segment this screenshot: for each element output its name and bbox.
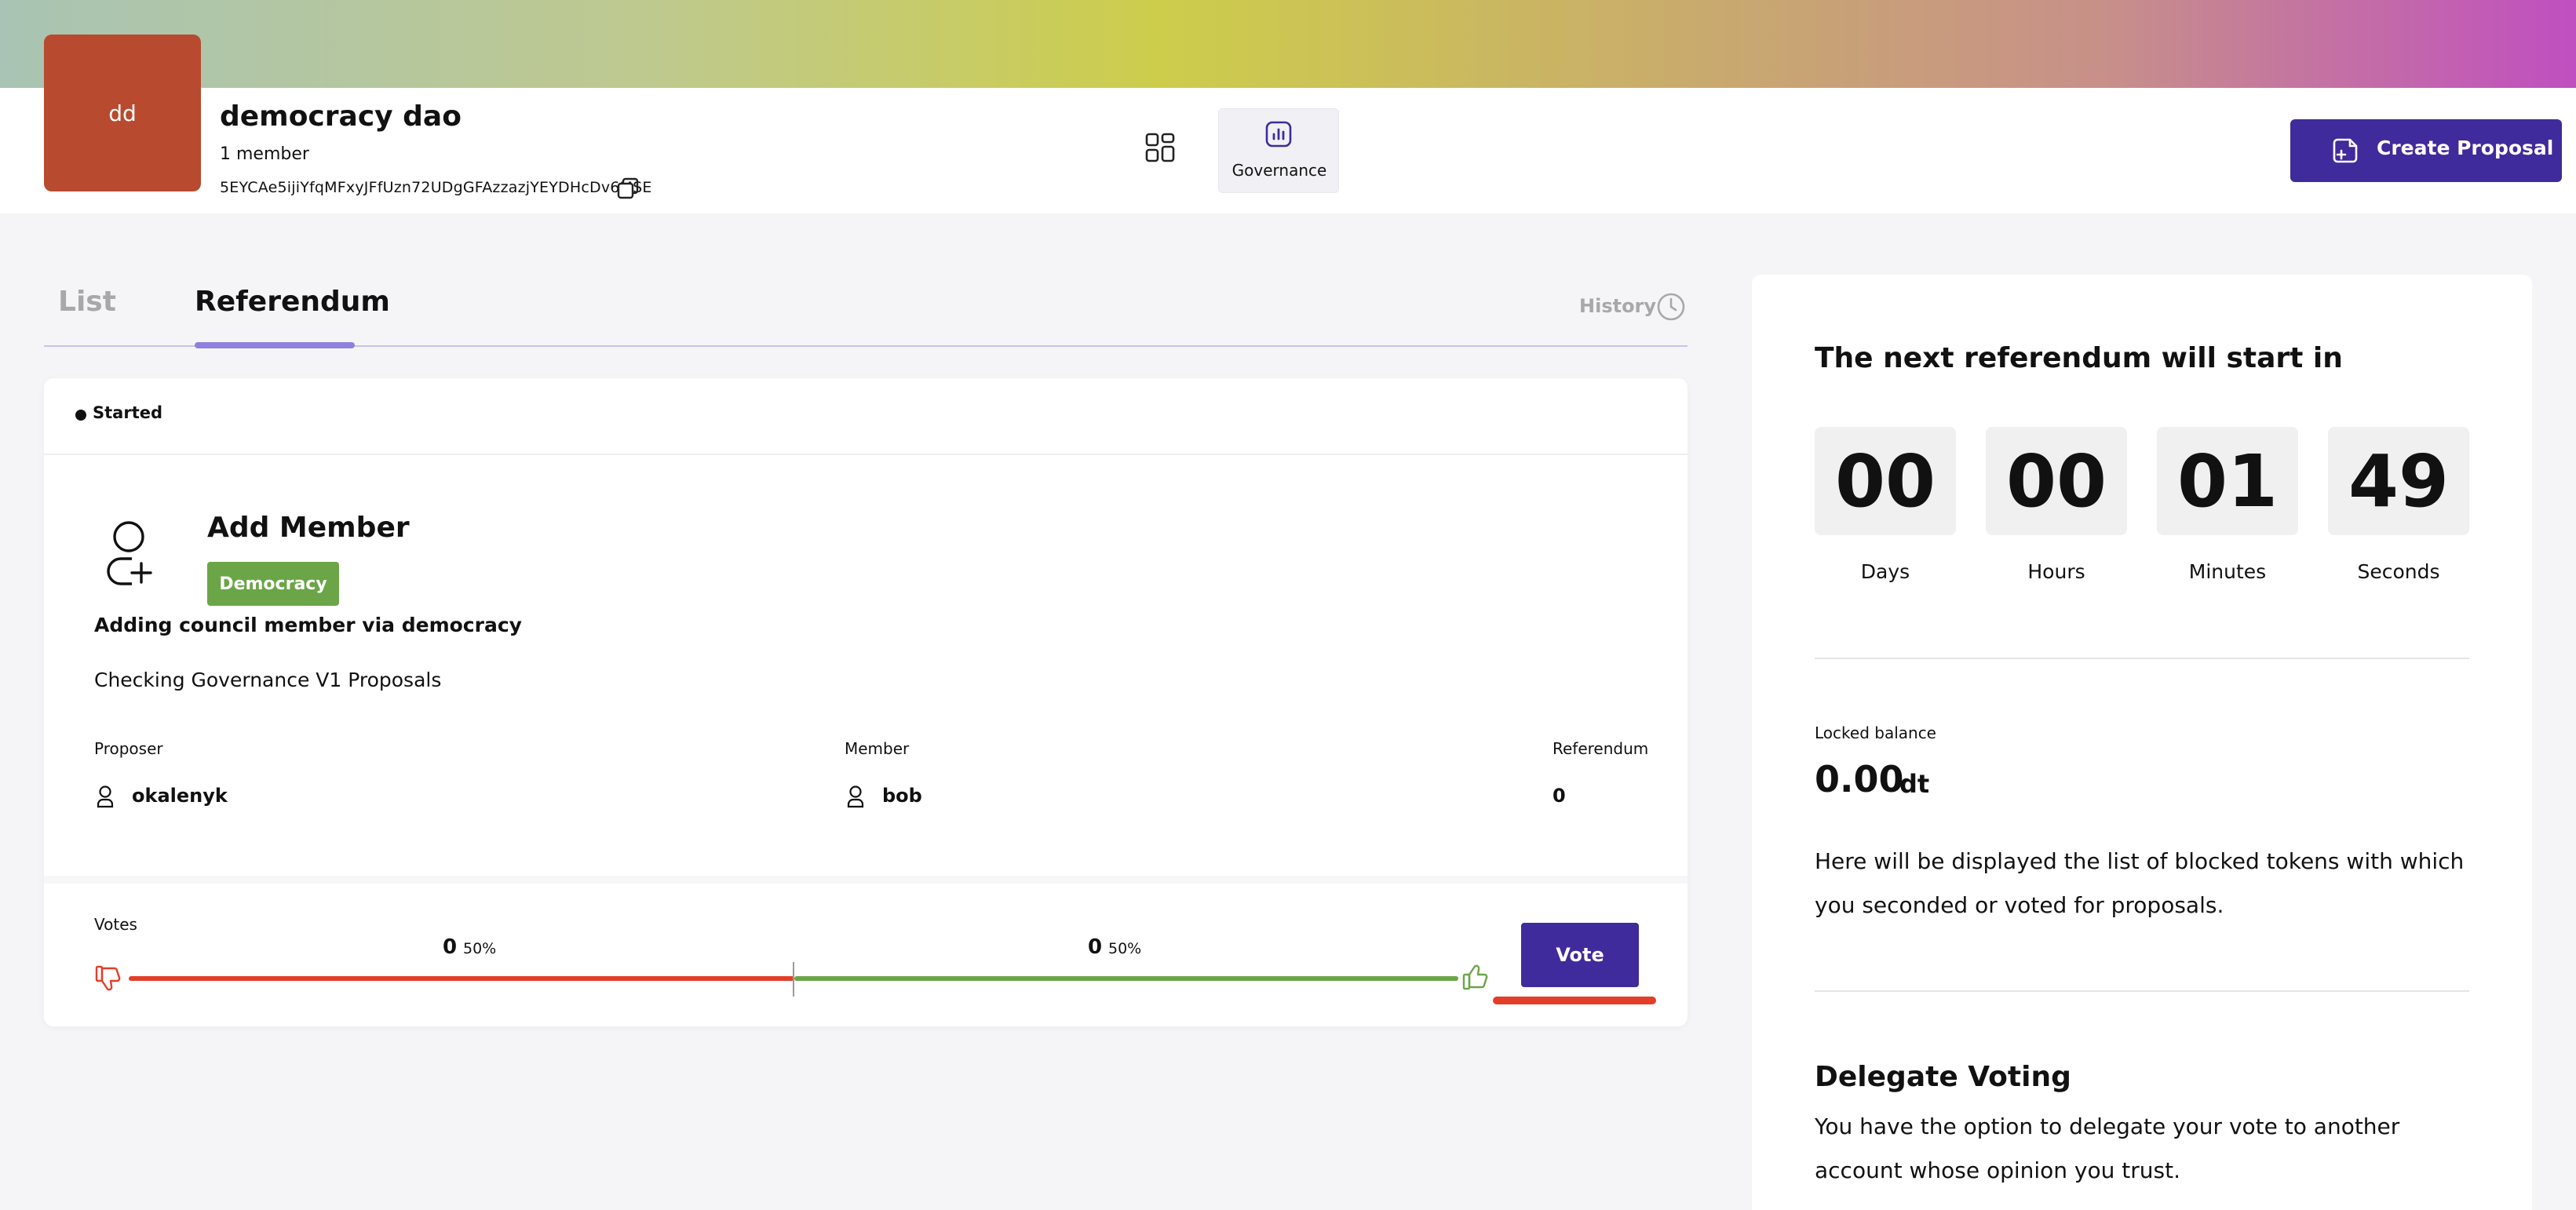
nav-governance-tab[interactable]: Governance bbox=[1218, 108, 1339, 193]
governance-chart-icon bbox=[1265, 121, 1292, 148]
dao-avatar-initials: dd bbox=[108, 100, 137, 126]
countdown-minutes-value: 01 bbox=[2157, 427, 2298, 535]
dashboard-grid-icon[interactable] bbox=[1144, 132, 1176, 163]
against-vote-percent: 50% bbox=[463, 940, 497, 957]
thumbs-down-icon bbox=[95, 965, 121, 991]
referendum-value: 0 bbox=[1553, 785, 1566, 807]
proposer-label: Proposer bbox=[94, 739, 163, 758]
countdown-title: The next referendum will start in bbox=[1815, 342, 2343, 374]
proposal-type-label: Democracy bbox=[219, 574, 327, 594]
locked-balance-info: Here will be displayed the list of block… bbox=[1815, 848, 2465, 918]
proposal-type-badge: Democracy bbox=[207, 562, 339, 606]
proposal-subtitle: Adding council member via democracy bbox=[94, 614, 522, 636]
card-divider bbox=[44, 454, 1688, 455]
against-vote-bar bbox=[129, 976, 794, 981]
sidebar-divider bbox=[1815, 990, 2469, 992]
add-user-icon bbox=[107, 521, 152, 585]
proposer-value[interactable]: okalenyk bbox=[132, 785, 228, 807]
header-banner bbox=[0, 0, 2576, 88]
locked-balance-value: 0.00 bbox=[1815, 758, 1904, 800]
against-vote-count: 0 bbox=[443, 935, 458, 959]
vote-bar-midline bbox=[793, 962, 794, 997]
dao-name: democracy dao bbox=[220, 100, 462, 133]
votes-divider bbox=[44, 876, 1688, 884]
history-clock-icon[interactable] bbox=[1656, 292, 1686, 322]
referendum-label: Referendum bbox=[1553, 739, 1649, 758]
dao-avatar: dd bbox=[44, 35, 201, 191]
proposal-description: Checking Governance V1 Proposals bbox=[94, 669, 442, 691]
sidebar-divider bbox=[1815, 658, 2469, 659]
tab-list[interactable]: List bbox=[58, 286, 116, 318]
status-label: Started bbox=[93, 403, 163, 422]
copy-icon[interactable] bbox=[615, 176, 640, 201]
for-vote-percent: 50% bbox=[1108, 940, 1142, 957]
create-proposal-icon bbox=[2333, 138, 2358, 163]
countdown-minutes-label: Minutes bbox=[2188, 560, 2267, 583]
member-label: Member bbox=[845, 739, 910, 758]
vote-button-label: Vote bbox=[1556, 944, 1604, 966]
person-icon bbox=[97, 785, 114, 808]
dao-address: 5EYCAe5ijiYfqMFxyJFfUzn72UDgGFAzzazjYEYD… bbox=[220, 179, 652, 196]
for-vote-count: 0 bbox=[1088, 935, 1103, 959]
locked-balance-label: Locked balance bbox=[1815, 723, 1936, 742]
countdown-hours-value: 00 bbox=[1986, 427, 2127, 535]
person-icon bbox=[847, 785, 864, 808]
nav-governance-label: Governance bbox=[1231, 161, 1327, 180]
countdown-days-label: Days bbox=[1860, 560, 1910, 583]
proposal-title: Add Member bbox=[207, 512, 410, 544]
history-link[interactable]: History bbox=[1579, 295, 1656, 317]
referendum-sidebar: The next referendum will start in 00 00 … bbox=[1752, 275, 2532, 1210]
member-value[interactable]: bob bbox=[882, 785, 922, 807]
countdown-seconds-label: Seconds bbox=[2357, 560, 2440, 583]
tab-referendum[interactable]: Referendum bbox=[195, 286, 390, 318]
delegate-voting-title: Delegate Voting bbox=[1815, 1061, 2071, 1093]
vote-button[interactable]: Vote bbox=[1521, 923, 1639, 987]
tab-active-indicator bbox=[195, 342, 355, 348]
create-proposal-label: Create Proposal bbox=[2377, 137, 2554, 159]
locked-balance-unit: dt bbox=[1899, 769, 1930, 799]
vote-button-highlight bbox=[1493, 997, 1656, 1004]
delegate-voting-text: You have the option to delegate your vot… bbox=[1815, 1113, 2400, 1183]
countdown-seconds-value: 49 bbox=[2328, 427, 2469, 535]
referendum-card: Started Add Member Democracy Adding coun… bbox=[44, 378, 1688, 1026]
status-dot bbox=[75, 410, 86, 421]
for-vote-bar bbox=[794, 976, 1458, 981]
countdown-days-value: 00 bbox=[1815, 427, 1956, 535]
countdown-hours-label: Hours bbox=[2027, 560, 2085, 583]
thumbs-up-icon bbox=[1462, 964, 1488, 990]
create-proposal-button[interactable]: Create Proposal bbox=[2290, 119, 2562, 182]
votes-label: Votes bbox=[94, 915, 137, 934]
dao-member-count: 1 member bbox=[220, 144, 309, 164]
